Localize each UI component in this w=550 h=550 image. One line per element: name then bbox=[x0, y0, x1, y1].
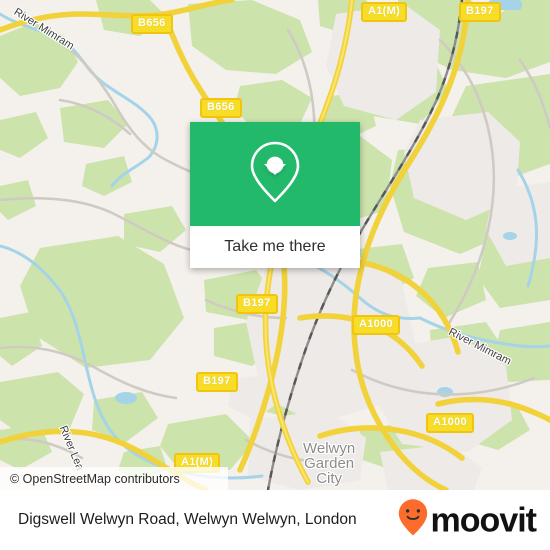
take-me-there-label: Take me there bbox=[224, 238, 326, 255]
footer-bar: Digswell Welwyn Road, Welwyn Welwyn, Lon… bbox=[0, 490, 550, 550]
take-me-there-button[interactable]: Take me there bbox=[190, 226, 360, 268]
road-shield: B197 bbox=[196, 372, 238, 392]
road-shield: B656 bbox=[200, 98, 242, 118]
road-shield: B197 bbox=[236, 294, 278, 314]
road-shield: B197 bbox=[459, 2, 501, 22]
map-attribution[interactable]: © OpenStreetMap contributors bbox=[0, 467, 228, 490]
road-shield: A1(M) bbox=[361, 2, 408, 22]
place-label-welwyn-garden-city: Welwyn Garden City bbox=[303, 440, 356, 487]
popup-pointer bbox=[264, 164, 286, 175]
moovit-wordmark: moovit bbox=[430, 501, 537, 539]
location-popup-card[interactable]: Take me there bbox=[190, 122, 360, 268]
moovit-logo[interactable]: moovit bbox=[398, 499, 537, 542]
road-shield: B656 bbox=[131, 14, 173, 34]
location-title: Digswell Welwyn Road, Welwyn Welwyn, Lon… bbox=[18, 511, 357, 528]
screenshot-root: B656 A1(M) B197 B656 B197 A1000 B197 A10… bbox=[0, 0, 550, 550]
road-shield: A1000 bbox=[426, 413, 474, 433]
road-shield: A1000 bbox=[352, 315, 400, 335]
moovit-smiling-pin-icon bbox=[398, 499, 428, 542]
attribution-text: © OpenStreetMap contributors bbox=[10, 471, 180, 486]
